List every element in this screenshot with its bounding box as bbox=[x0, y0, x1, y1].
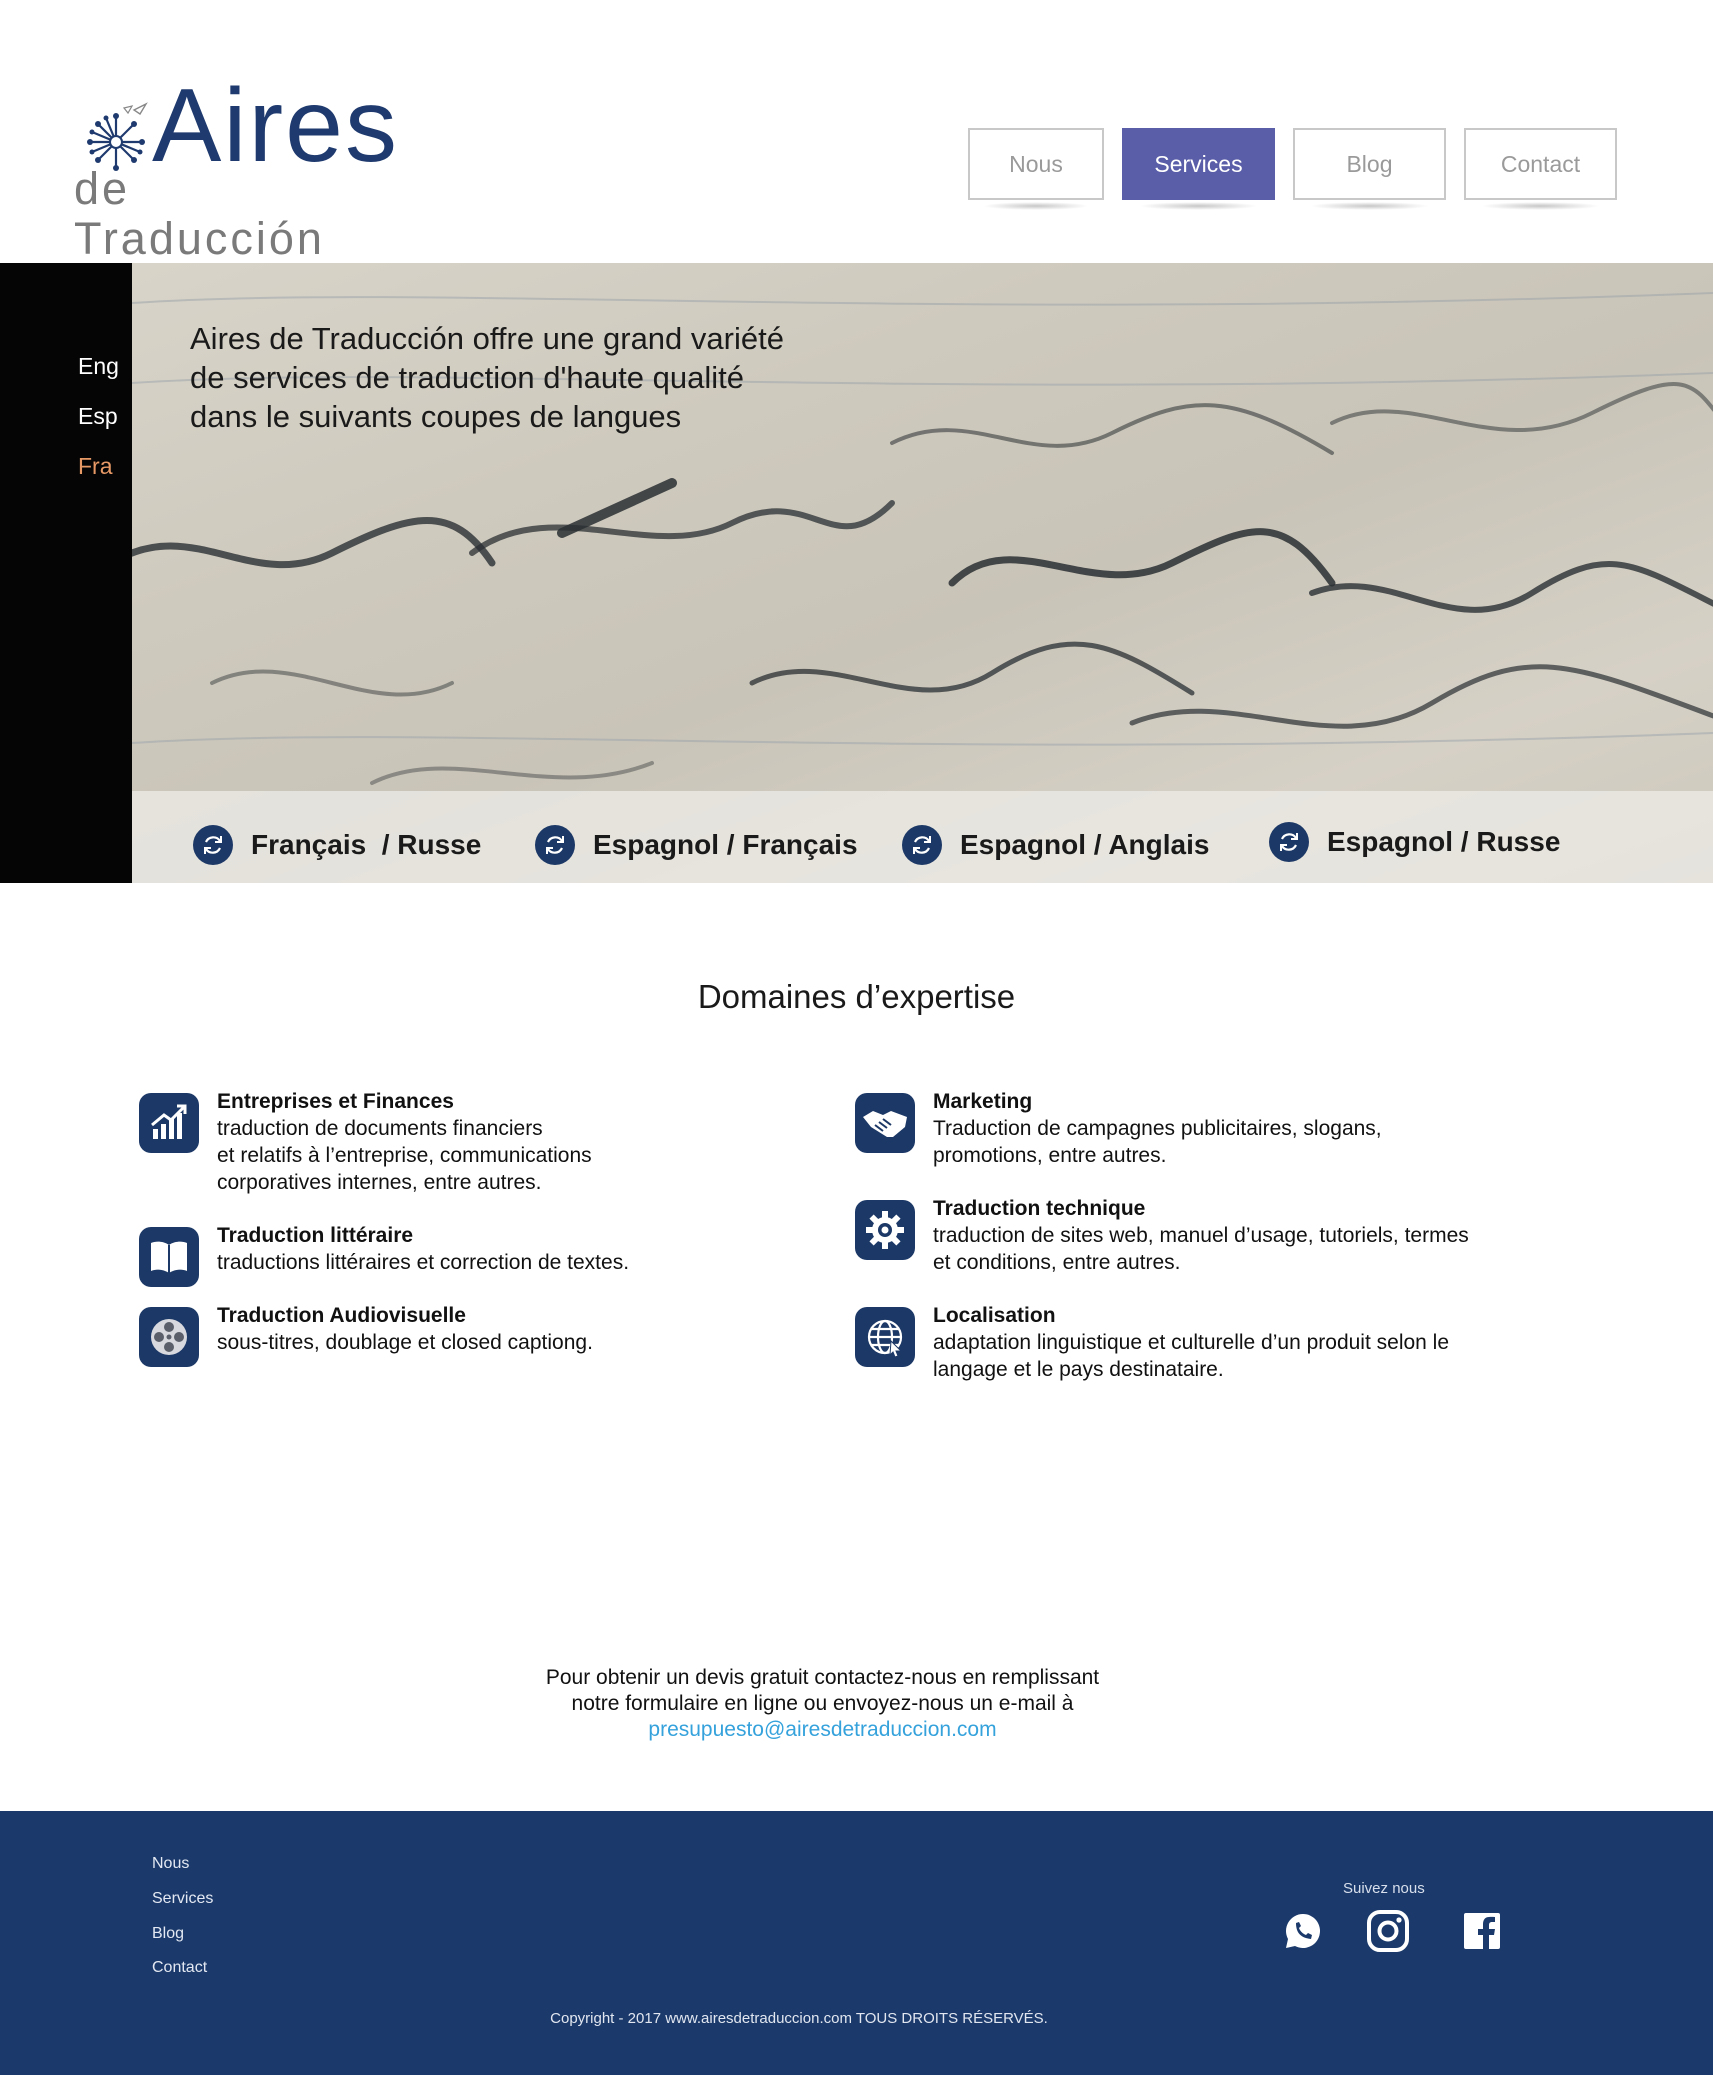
expertise-item-technical: Traduction technique traduction de sites… bbox=[855, 1195, 1469, 1276]
footer-link-blog[interactable]: Blog bbox=[152, 1925, 184, 1943]
expertise-item-desc: traduction de documents financiers et re… bbox=[217, 1117, 592, 1194]
globe-icon bbox=[855, 1307, 915, 1367]
expertise-item-desc: traductions littéraires et correction de… bbox=[217, 1251, 630, 1274]
gear-icon bbox=[855, 1200, 915, 1260]
hero-line-1: Aires de Traducción offre une grand vari… bbox=[190, 321, 784, 356]
expertise-item-title: Traduction technique bbox=[933, 1197, 1146, 1220]
expertise-item-title: Entreprises et Finances bbox=[217, 1090, 454, 1113]
growth-chart-icon bbox=[139, 1093, 199, 1153]
language-pair-espagnol-russe: Espagnol / Russe bbox=[1269, 822, 1560, 862]
expertise-item-localisation: Localisation adaptation linguistique et … bbox=[855, 1302, 1449, 1383]
contact-line-2: notre formulaire en ligne ou envoyez-nou… bbox=[571, 1692, 1074, 1715]
expertise-item-title: Localisation bbox=[933, 1304, 1056, 1327]
footer-link-nous[interactable]: Nous bbox=[152, 1855, 189, 1873]
nav-blog-button[interactable]: Blog bbox=[1293, 128, 1446, 210]
expertise-item-desc: traduction de sites web, manuel d’usage,… bbox=[933, 1224, 1469, 1274]
hero-section: Eng Esp Fra Aires de Traducción offre un… bbox=[0, 263, 1713, 883]
language-sidebar: Eng Esp Fra bbox=[0, 263, 132, 883]
nav-contact-button[interactable]: Contact bbox=[1464, 128, 1617, 210]
hero-line-2: de services de traduction d'haute qualit… bbox=[190, 360, 744, 395]
language-pair-espagnol-francais: Espagnol / Français bbox=[535, 825, 858, 865]
expertise-item-title: Traduction Audiovisuelle bbox=[217, 1304, 466, 1327]
language-pair-espagnol-anglais: Espagnol / Anglais bbox=[902, 825, 1209, 865]
hero-intro-text: Aires de Traducción offre une grand vari… bbox=[190, 319, 890, 436]
main-nav: Nous Services Blog Contact bbox=[968, 128, 1617, 210]
instagram-icon[interactable] bbox=[1366, 1909, 1410, 1953]
follow-us-label: Suivez nous bbox=[1343, 1880, 1425, 1897]
contact-line-1: Pour obtenir un devis gratuit contactez-… bbox=[545, 1666, 1100, 1689]
expertise-item-audiovisual: Traduction Audiovisuelle sous-titres, do… bbox=[139, 1302, 593, 1367]
facebook-icon[interactable] bbox=[1460, 1909, 1504, 1953]
site-logo[interactable]: Aires de Traducción bbox=[72, 74, 397, 264]
language-esp-link[interactable]: Esp bbox=[78, 403, 118, 430]
nav-nous-button[interactable]: Nous bbox=[968, 128, 1104, 210]
expertise-item-desc: adaptation linguistique et culturelle d’… bbox=[933, 1331, 1450, 1381]
whatsapp-icon[interactable] bbox=[1281, 1909, 1325, 1953]
hero-line-3: dans le suivants coupes de langues bbox=[190, 399, 682, 434]
refresh-icon bbox=[535, 825, 575, 865]
film-reel-icon bbox=[139, 1307, 199, 1367]
nav-services-button[interactable]: Services bbox=[1122, 128, 1275, 210]
refresh-icon bbox=[902, 825, 942, 865]
expertise-item-desc: sous-titres, doublage et closed captiong… bbox=[217, 1331, 593, 1354]
book-icon bbox=[139, 1227, 199, 1287]
expertise-item-marketing: Marketing Traduction de campagnes public… bbox=[855, 1088, 1382, 1169]
site-footer: Nous Services Blog Contact Suivez nous C… bbox=[0, 1811, 1713, 2075]
expertise-title: Domaines d’expertise bbox=[697, 978, 1016, 1015]
language-pair-label: Français / Russe bbox=[251, 829, 482, 860]
page: Aires de Traducción Nous Services Blog C… bbox=[0, 0, 1713, 2075]
refresh-icon bbox=[193, 825, 233, 865]
expertise-item-literary: Traduction littéraire traductions littér… bbox=[139, 1222, 629, 1287]
language-pair-label: Espagnol / Anglais bbox=[960, 829, 1210, 860]
contact-email-link[interactable]: presupuesto@airesdetraduccion.com bbox=[0, 1717, 1645, 1743]
language-pair-label: Espagnol / Français bbox=[593, 829, 858, 860]
expertise-item-title: Traduction littéraire bbox=[217, 1224, 414, 1247]
copyright-text: Copyright - 2017 www.airesdetraduccion.c… bbox=[550, 2010, 1048, 2027]
expertise-item-finance: Entreprises et Finances traduction de do… bbox=[139, 1088, 592, 1196]
language-pair-label: Espagnol / Russe bbox=[1327, 826, 1561, 857]
handshake-icon bbox=[855, 1093, 915, 1153]
footer-link-contact[interactable]: Contact bbox=[152, 1959, 207, 1977]
expertise-item-desc: Traduction de campagnes publicitaires, s… bbox=[933, 1117, 1382, 1167]
language-eng-link[interactable]: Eng bbox=[78, 353, 119, 380]
expertise-item-title: Marketing bbox=[933, 1090, 1033, 1113]
language-pair-francais-russe: Français / Russe bbox=[193, 825, 481, 865]
contact-callout: Pour obtenir un devis gratuit contactez-… bbox=[0, 1665, 1645, 1743]
logo-subtitle: de Traducción bbox=[74, 163, 325, 264]
footer-link-services[interactable]: Services bbox=[152, 1890, 213, 1908]
logo-title: Aires bbox=[152, 68, 399, 184]
language-fra-link[interactable]: Fra bbox=[78, 453, 113, 480]
refresh-icon bbox=[1269, 822, 1309, 862]
